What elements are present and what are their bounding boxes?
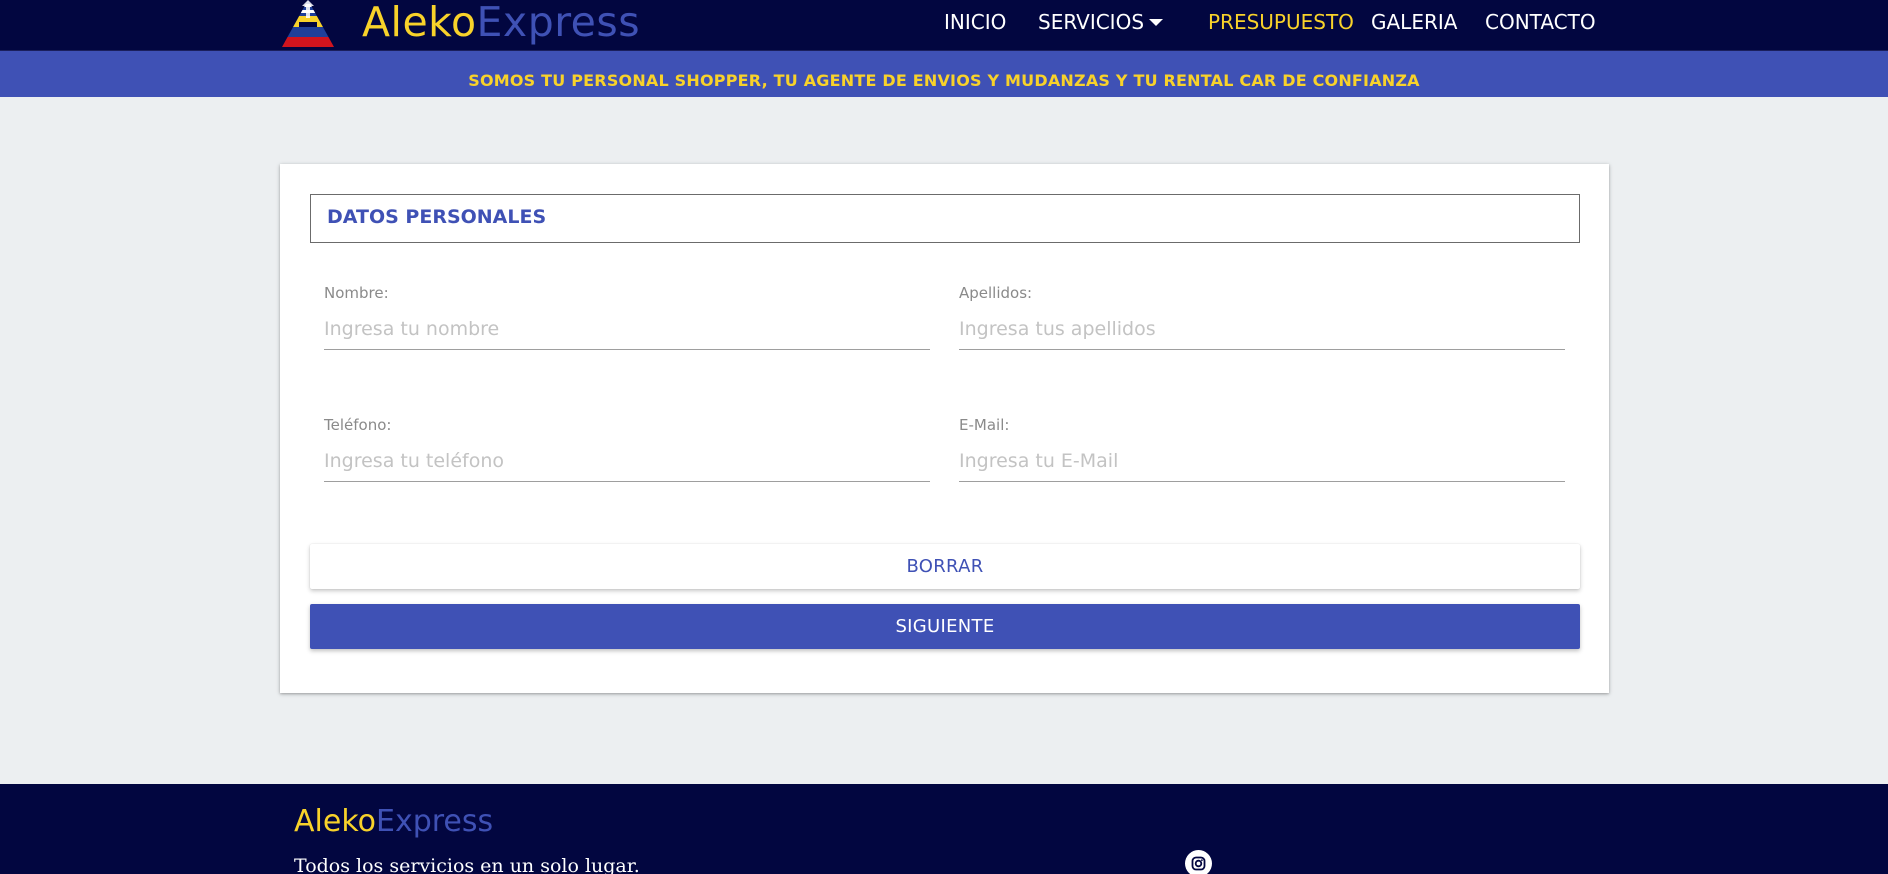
nav-item-inicio[interactable]: INICIO [944,10,1006,34]
footer-brand: AlekoExpress [294,804,493,840]
footer-tagline: Todos los servicios en un solo lugar. [294,855,640,874]
nav-item-servicios[interactable]: SERVICIOS [1038,10,1144,34]
nav-item-presupuesto[interactable]: PRESUPUESTO [1208,10,1354,34]
email-label: E-Mail: [959,416,1010,434]
brand-part-2: Express [476,0,641,46]
brand-logo-text[interactable]: AlekoExpress [362,0,640,50]
email-input[interactable] [959,440,1565,482]
nav-item-galeria[interactable]: GALERIA [1371,10,1457,34]
nombre-input[interactable] [324,308,930,350]
telefono-input[interactable] [324,440,930,482]
next-button[interactable]: SIGUIENTE [310,604,1580,649]
apellidos-label: Apellidos: [959,284,1033,302]
site-footer: AlekoExpress Todos los servicios en un s… [0,784,1888,874]
section-header: DATOS PERSONALES [310,194,1580,243]
promo-banner-text: SOMOS TU PERSONAL SHOPPER, TU AGENTE DE … [468,71,1420,90]
apellidos-input[interactable] [959,308,1565,350]
nav-item-contacto[interactable]: CONTACTO [1485,10,1596,34]
telefono-label: Teléfono: [324,416,392,434]
brand-part-1: Aleko [362,0,477,46]
section-title: DATOS PERSONALES [327,206,547,228]
top-navbar: AlekoExpress INICIO SERVICIOS PRESUPUEST… [0,0,1888,51]
promo-banner: SOMOS TU PERSONAL SHOPPER, TU AGENTE DE … [0,51,1888,97]
clear-button[interactable]: BORRAR [310,544,1580,589]
chevron-down-icon[interactable] [1149,19,1163,26]
footer-brand-part-2: Express [375,804,494,839]
quote-form-card: DATOS PERSONALES Nombre: Apellidos: Telé… [280,164,1609,693]
instagram-icon[interactable] [1185,850,1212,874]
aleko-logo-icon[interactable] [282,0,334,47]
footer-brand-part-1: Aleko [294,804,376,839]
nombre-label: Nombre: [324,284,389,302]
